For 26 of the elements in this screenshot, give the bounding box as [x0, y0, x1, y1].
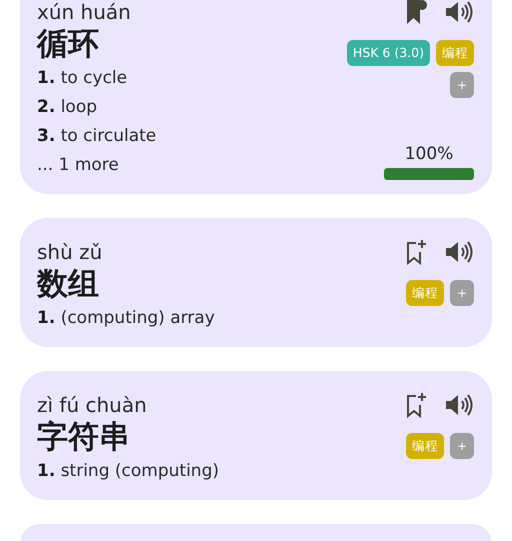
- progress-percent: 100%: [404, 144, 454, 164]
- pinyin-text: zì fú chuàn: [37, 393, 148, 417]
- add-tag-button[interactable]: +: [450, 433, 474, 459]
- definition-text: 2. loop: [37, 96, 98, 119]
- bookmark-add-icon[interactable]: [404, 239, 428, 265]
- chinese-word: 数组: [37, 265, 100, 304]
- bookmark-add-icon[interactable]: [404, 392, 428, 418]
- pinyin-text: xún huán: [37, 0, 132, 24]
- speaker-icon[interactable]: [444, 240, 474, 264]
- pinyin-text: shù zǔ: [37, 240, 104, 264]
- bookmark-icon[interactable]: [404, 0, 428, 25]
- chinese-word: 循环: [37, 25, 100, 64]
- definition-text: 1. (computing) array: [37, 307, 216, 330]
- more-definitions-text: ... 1 more: [37, 154, 120, 177]
- speaker-icon[interactable]: [444, 393, 474, 417]
- tag-badge: 编程: [436, 40, 474, 66]
- add-tag-button[interactable]: +: [450, 280, 474, 306]
- definition-text: 1. string (computing): [37, 460, 220, 483]
- add-tag-button[interactable]: +: [450, 72, 474, 98]
- tag-badge: 编程: [406, 280, 444, 306]
- definition-text: 3. to circulate: [37, 125, 158, 148]
- chinese-word: 字符串: [37, 418, 131, 457]
- definition-text: 1. to cycle: [37, 67, 128, 90]
- tag-badge: 编程: [406, 433, 444, 459]
- speaker-icon[interactable]: [444, 0, 474, 24]
- tag-badge: HSK 6 (3.0): [346, 40, 430, 66]
